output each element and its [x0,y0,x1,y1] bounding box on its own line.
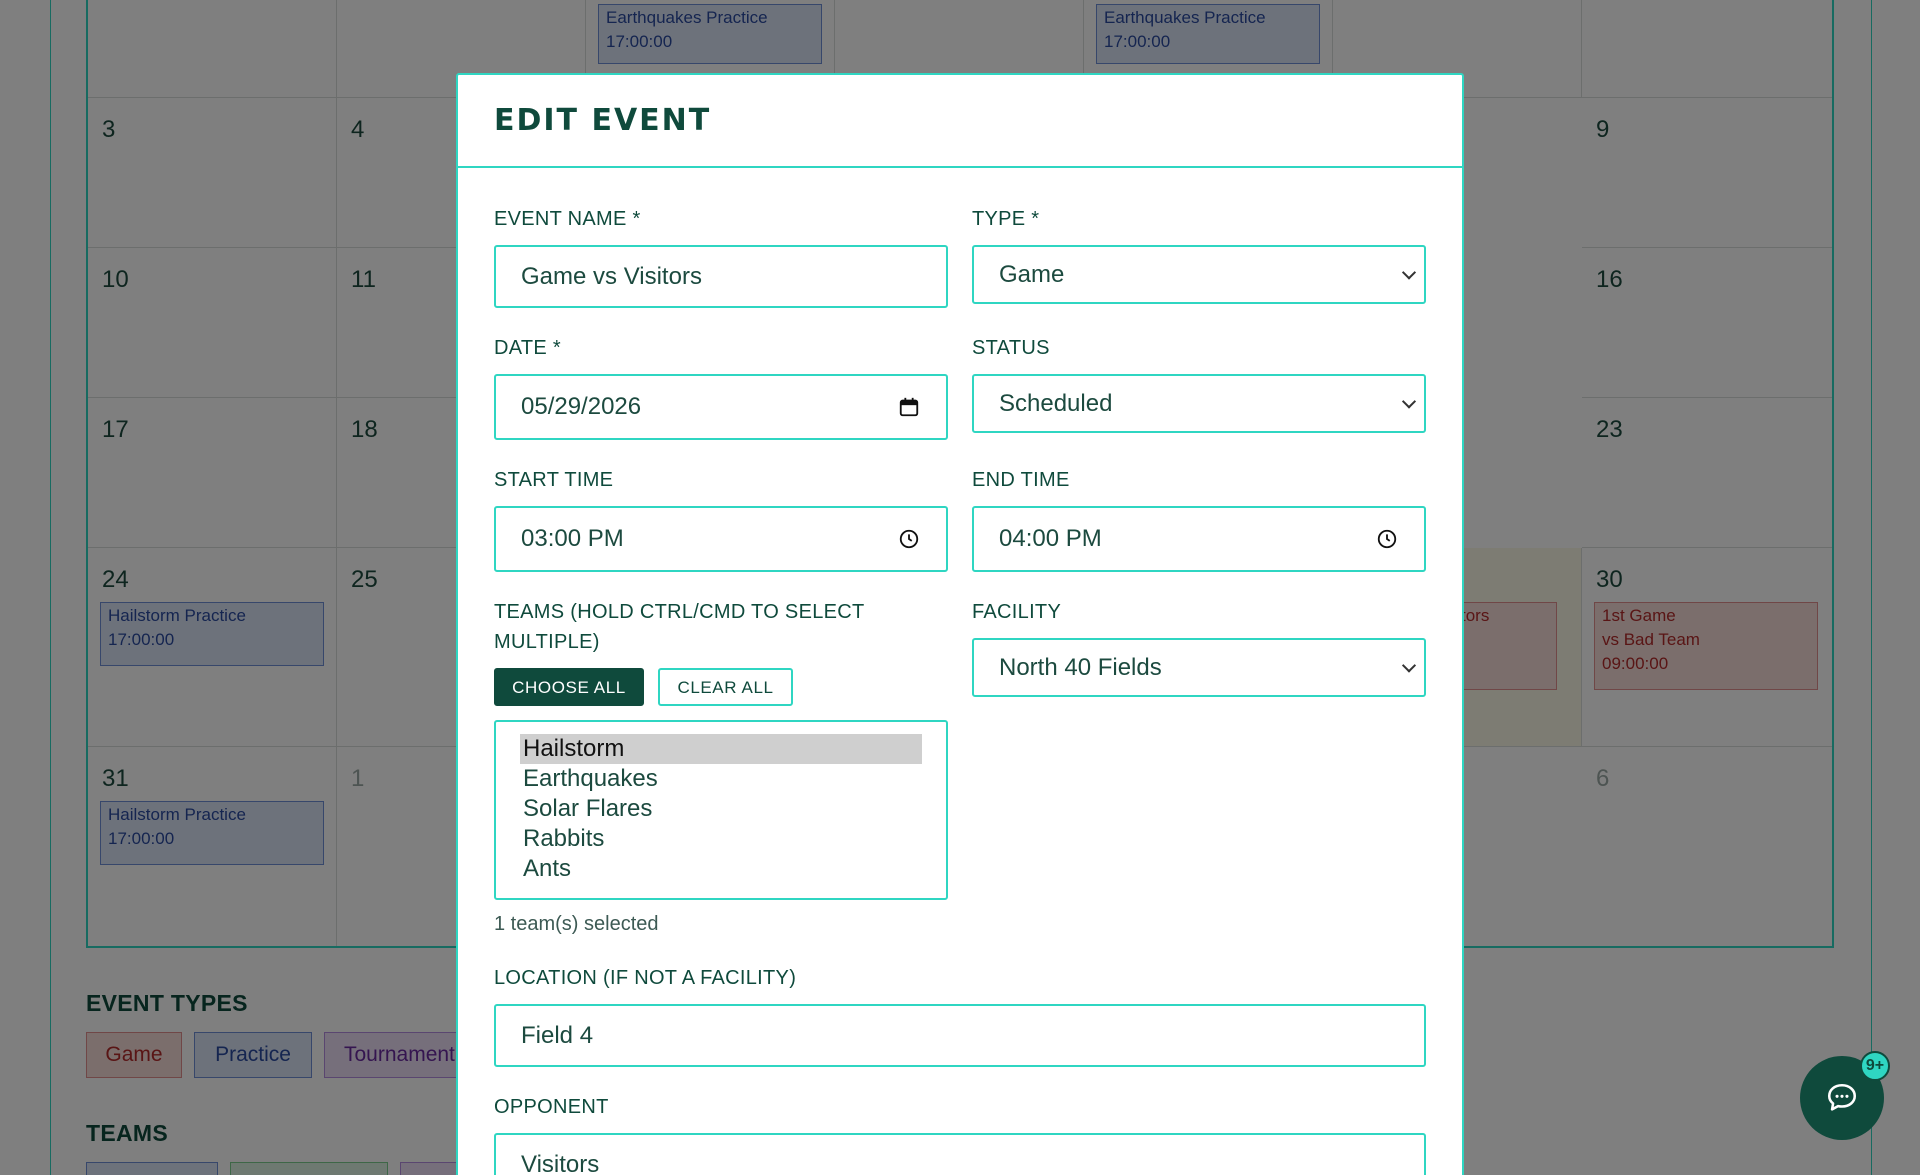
team-option-hailstorm[interactable]: Hailstorm [520,734,922,764]
status-value: Scheduled [999,389,1113,417]
end-time-value: 04:00 PM [999,525,1102,552]
calendar-icon[interactable] [898,396,920,418]
opponent-input[interactable]: Visitors [494,1133,1426,1175]
chevron-down-icon [1401,393,1417,409]
end-time-input[interactable]: 04:00 PM [972,506,1426,572]
start-time-label: START TIME [494,469,614,491]
type-select[interactable]: Game [972,245,1426,304]
modal-title: EDIT EVENT [494,103,712,138]
location-input[interactable]: Field 4 [494,1004,1426,1067]
facility-select[interactable]: North 40 Fields [972,638,1426,697]
teams-selected-count: 1 team(s) selected [494,913,659,935]
start-time-value: 03:00 PM [521,525,624,552]
chevron-down-icon [1401,264,1417,280]
location-value: Field 4 [521,1021,594,1049]
event-name-value: Game vs Visitors [521,262,702,290]
event-name-input[interactable]: Game vs Visitors [494,245,948,308]
date-input[interactable]: 05/29/2026 [494,374,948,440]
date-value: 05/29/2026 [521,393,642,420]
opponent-value: Visitors [521,1150,600,1175]
teams-multiselect[interactable]: Hailstorm Earthquakes Solar Flares Rabbi… [494,720,948,900]
edit-event-modal: EDIT EVENT EVENT NAME * Game vs Visitors… [456,73,1464,1175]
type-label: TYPE * [972,208,1040,230]
teams-label-line1: TEAMS (HOLD CTRL/CMD TO SELECT [494,601,865,623]
status-label: STATUS [972,337,1050,359]
chevron-down-icon [1401,657,1417,673]
teams-label-line2: MULTIPLE) [494,631,600,653]
modal-header: EDIT EVENT [458,75,1462,168]
facility-value: North 40 Fields [999,653,1162,681]
status-select[interactable]: Scheduled [972,374,1426,433]
opponent-label: OPPONENT [494,1096,609,1118]
clock-icon[interactable] [1376,528,1398,550]
start-time-input[interactable]: 03:00 PM [494,506,948,572]
teams-label: TEAMS (HOLD CTRL/CMD TO SELECT MULTIPLE) [494,597,865,657]
clear-all-button[interactable]: CLEAR ALL [658,668,793,706]
facility-label: FACILITY [972,601,1062,623]
team-option-ants[interactable]: Ants [520,854,922,884]
chat-bubble-icon [1827,1083,1857,1111]
location-label: LOCATION (IF NOT A FACILITY) [494,967,797,989]
end-time-label: END TIME [972,469,1070,491]
date-label: DATE * [494,337,561,359]
clock-icon[interactable] [898,528,920,550]
team-option-rabbits[interactable]: Rabbits [520,824,922,854]
team-option-earthquakes[interactable]: Earthquakes [520,764,922,794]
choose-all-button[interactable]: CHOOSE ALL [494,668,644,706]
event-name-label: EVENT NAME * [494,208,641,230]
team-option-solar-flares[interactable]: Solar Flares [520,794,922,824]
type-value: Game [999,260,1065,288]
notification-badge: 9+ [1860,1051,1890,1081]
